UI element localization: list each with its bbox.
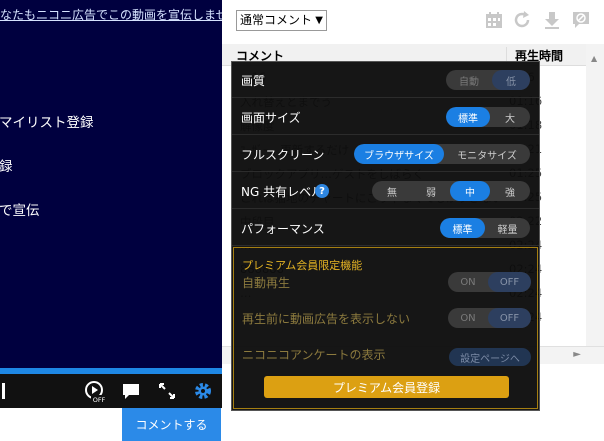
fullscreen-expand-icon[interactable] [155,378,179,404]
ng-level-label: NG 共有レベル [241,185,324,199]
ng-level-option-none[interactable]: 無 [372,181,412,201]
performance-toggle[interactable]: 標準 軽量 [440,218,530,238]
comment-bubble-icon[interactable] [119,378,143,404]
screen-size-label: 画面サイズ [241,111,301,125]
fullscreen-label: フルスクリーン [241,148,325,162]
performance-option-standard[interactable]: 標準 [440,218,485,238]
refresh-icon[interactable] [512,10,532,30]
mylist-register-menu-item[interactable]: マイリスト登録 [0,111,94,131]
settings-gear-icon[interactable] [191,378,215,404]
ng-filter-icon[interactable] [571,10,591,30]
quality-label: 画質 [241,74,266,88]
video-player[interactable]: なたもニコニ広告でこの動画を宣伝しませんか？ マイリスト登録 録 で宣伝 [0,0,222,368]
settings-page-button[interactable]: 設定ページへ [449,348,531,366]
calendar-icon[interactable] [484,10,504,30]
ad-before-toggle: ON OFF [448,308,531,328]
fullscreen-option-monitor[interactable]: モニタサイズ [444,144,530,164]
fullscreen-toggle[interactable]: ブラウザサイズ モニタサイズ [354,144,530,164]
survey-label: ニコニコアンケートの表示 [242,348,386,362]
screen-size-option-standard[interactable]: 標準 [446,107,490,127]
player-control-bar: OFF [0,374,222,408]
autoplay-setting-row: 自動再生 ON OFF [234,264,537,300]
player-left-icon[interactable] [0,378,6,404]
premium-register-button[interactable]: プレミアム会員登録 [264,376,509,398]
ng-level-option-weak[interactable]: 弱 [412,181,450,201]
ad-before-label: 再生前に動画広告を表示しない [242,312,411,326]
screen-size-option-large[interactable]: 大 [490,107,530,127]
quality-option-low: 低 [492,70,530,90]
comment-type-value: 通常コメント [240,13,313,27]
ng-level-option-medium[interactable]: 中 [450,181,490,201]
quality-option-auto: 自動 [459,76,479,88]
premium-features-section: プレミアム会員限定機能 自動再生 ON OFF 再生前に動画広告を表示しない O… [233,247,538,409]
fullscreen-option-browser[interactable]: ブラウザサイズ [354,144,444,164]
off-badge: OFF [93,396,106,404]
quality-setting-row: 画質 自動 低 [232,62,539,98]
performance-setting-row: パフォーマンス 標準 軽量 [232,210,539,246]
comment-list-vertical-scrollbar[interactable]: ▲ [586,44,604,346]
screen-size-toggle[interactable]: 標準 大 [446,107,530,127]
quality-toggle: 自動 低 [446,70,530,90]
nicoad-promo-link[interactable]: なたもニコニ広告でこの動画を宣伝しませんか？ [0,6,222,23]
comment-visibility-off-icon[interactable]: OFF [81,378,109,404]
screen-size-setting-row: 画面サイズ 標準 大 [232,99,539,135]
player-settings-popup: 画質 自動 低 画面サイズ 標準 大 フルスクリーン ブラウザサイズ モニタサイ… [231,61,540,411]
fullscreen-setting-row: フルスクリーン ブラウザサイズ モニタサイズ [232,136,539,172]
performance-option-light[interactable]: 軽量 [485,218,530,238]
chevron-down-icon: ▼ [315,15,323,26]
comment-type-select[interactable]: 通常コメント ▼ [236,10,327,31]
performance-label: パフォーマンス [241,222,325,236]
autoplay-toggle: ON OFF [448,272,531,292]
ng-level-toggle[interactable]: 無 弱 中 強 [372,181,530,201]
autoplay-label: 自動再生 [242,276,291,290]
download-icon[interactable] [542,10,562,30]
ad-before-setting-row: 再生前に動画広告を表示しない ON OFF [234,300,537,336]
ng-level-setting-row: NG 共有レベル ? 無 弱 中 強 [232,173,539,209]
autoplay-option-off: OFF [488,272,531,292]
scroll-right-icon[interactable]: ► [573,349,581,360]
promote-menu-item[interactable]: で宣伝 [0,199,40,219]
scroll-up-icon[interactable]: ▲ [591,54,597,63]
ad-before-option-on: ON [460,312,476,324]
autoplay-option-on: ON [460,276,476,288]
register-menu-item[interactable]: 録 [0,155,13,175]
comment-submit-button[interactable]: コメントする [122,408,221,441]
help-icon[interactable]: ? [315,184,329,198]
ng-level-option-strong[interactable]: 強 [490,181,530,201]
ad-before-option-off: OFF [488,308,531,328]
